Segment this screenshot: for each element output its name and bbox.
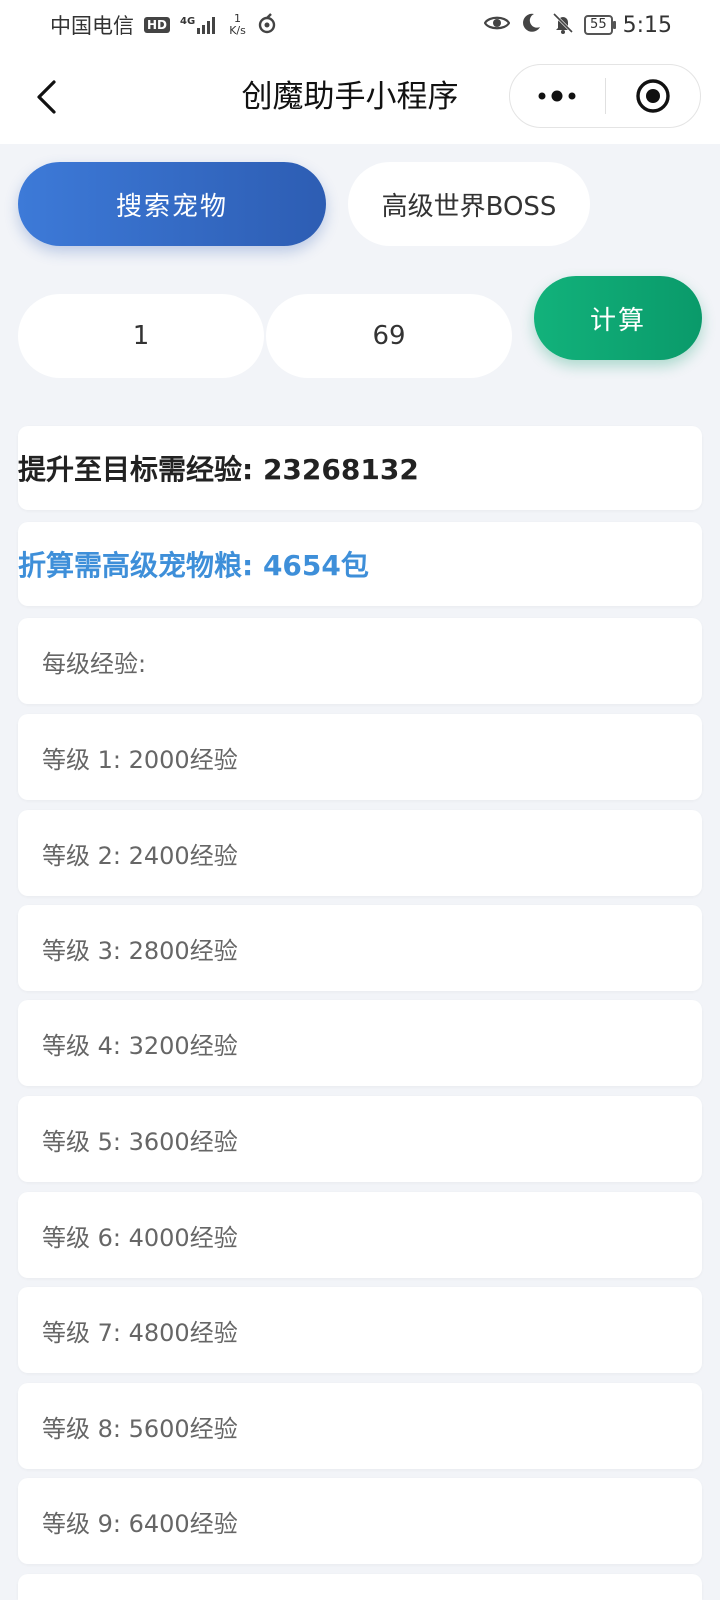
level-row: 等级 6: 4000经验 [18, 1192, 702, 1278]
nav-bar: 创魔助手小程序 [0, 50, 720, 144]
hotspot-icon [256, 12, 278, 39]
signal-type: 4G [180, 16, 196, 27]
net-speed: 1 K/s [229, 13, 246, 37]
level-row: 等级 1: 2000经验 [18, 714, 702, 800]
status-right: 55 5:15 [483, 12, 672, 39]
tab-world-boss[interactable]: 高级世界BOSS [348, 162, 590, 246]
exp-needed-card: 提升至目标需经验: 23268132 [18, 426, 702, 510]
to-level-input[interactable] [266, 294, 512, 378]
exp-needed-text: 提升至目标需经验: 23268132 [18, 453, 419, 486]
bell-off-icon [552, 12, 574, 39]
level-row-text: 等级 9: 6400经验 [42, 1509, 238, 1538]
more-dots-icon [538, 90, 576, 102]
carrier-name: 中国电信 [50, 14, 134, 38]
chevron-left-icon [37, 80, 56, 114]
status-left: 中国电信 HD 4G 1 K/s [50, 10, 278, 40]
level-row: 等级 4: 3200经验 [18, 1000, 702, 1086]
level-row-text: 等级 7: 4800经验 [42, 1318, 238, 1347]
eye-icon [483, 13, 511, 38]
level-row-text: 等级 4: 3200经验 [42, 1031, 238, 1060]
level-row: 等级 7: 4800经验 [18, 1287, 702, 1373]
level-row-text: 等级 8: 5600经验 [42, 1414, 238, 1443]
level-row-text: 等级 5: 3600经验 [42, 1127, 238, 1156]
miniprogram-capsule [509, 64, 701, 128]
level-row: 等级 2: 2400经验 [18, 810, 702, 896]
food-needed-card: 折算需高级宠物粮: 4654包 [18, 522, 702, 606]
level-row-text: 等级 6: 4000经验 [42, 1223, 238, 1252]
net-speed-unit: K/s [229, 24, 246, 37]
per-level-title-card: 每级经验: [18, 618, 702, 704]
level-row: 等级 3: 2800经验 [18, 905, 702, 991]
target-close-icon [636, 79, 670, 113]
level-row-text: 等级 3: 2800经验 [42, 936, 238, 965]
battery-icon: 55 [584, 15, 616, 35]
clock: 5:15 [622, 12, 672, 38]
close-miniprogram-button[interactable] [606, 65, 701, 127]
hd-icon: HD [144, 17, 171, 33]
tab-search-pet[interactable]: 搜索宠物 [18, 162, 326, 246]
more-button[interactable] [510, 65, 605, 127]
from-level-input[interactable] [18, 294, 264, 378]
signal-icon: 4G [180, 16, 219, 34]
status-bar: 中国电信 HD 4G 1 K/s 55 5:15 [0, 0, 720, 50]
calculate-button[interactable]: 计算 [534, 276, 702, 360]
level-row: 等级 5: 3600经验 [18, 1096, 702, 1182]
level-row-text: 等级 2: 2400经验 [42, 841, 238, 870]
per-level-title: 每级经验: [42, 649, 147, 678]
back-button[interactable] [26, 74, 66, 120]
level-row-text: 等级 1: 2000经验 [42, 745, 238, 774]
level-row: 等级 9: 6400经验 [18, 1478, 702, 1564]
moon-icon [520, 12, 542, 39]
level-row [18, 1574, 702, 1600]
level-row: 等级 8: 5600经验 [18, 1383, 702, 1469]
food-needed-text: 折算需高级宠物粮: 4654包 [18, 549, 369, 582]
